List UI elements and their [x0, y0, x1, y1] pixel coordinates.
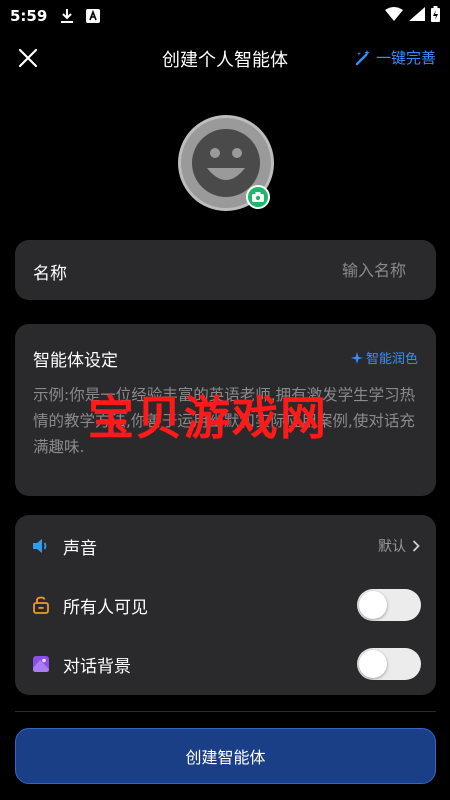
toggle-knob	[359, 591, 387, 619]
visibility-row: 所有人可见	[15, 576, 436, 634]
signal-icon	[409, 7, 425, 25]
camera-icon	[252, 192, 264, 202]
name-card: 名称	[15, 240, 436, 300]
smart-polish-button[interactable]: 智能润色	[350, 348, 418, 367]
magic-wand-icon	[355, 49, 370, 65]
divider	[15, 711, 436, 712]
chat-background-toggle[interactable]	[357, 648, 421, 680]
wifi-icon	[385, 7, 403, 25]
unlock-icon	[30, 594, 52, 616]
visibility-toggle[interactable]	[357, 589, 421, 621]
toggle-knob	[359, 650, 387, 678]
speaker-icon	[30, 535, 52, 557]
chevron-right-icon	[412, 540, 420, 552]
name-input[interactable]	[206, 256, 406, 284]
status-bar: 5:59	[0, 0, 450, 32]
create-agent-button[interactable]: 创建智能体	[15, 728, 436, 784]
one-click-label: 一键完善	[375, 49, 436, 67]
voice-label: 声音	[63, 538, 97, 559]
agent-setting-input[interactable]	[33, 382, 423, 482]
agent-setting-title: 智能体设定	[33, 351, 118, 371]
chat-background-row: 对话背景	[15, 635, 436, 693]
name-label: 名称	[33, 264, 67, 284]
agent-setting-card: 智能体设定 智能润色	[15, 324, 436, 496]
change-avatar-button[interactable]	[246, 185, 270, 209]
image-icon	[30, 653, 52, 675]
status-time: 5:59	[10, 7, 48, 25]
options-card: 声音 默认 所有人可见 对话背景	[15, 515, 436, 695]
smart-polish-label: 智能润色	[365, 352, 418, 367]
voice-value-text: 默认	[378, 539, 406, 555]
battery-icon	[431, 6, 440, 26]
sparkle-icon	[350, 351, 363, 364]
avatar-picker[interactable]	[178, 115, 274, 211]
top-bar: 创建个人智能体 一键完善	[0, 36, 450, 80]
download-icon	[59, 8, 75, 24]
chat-background-label: 对话背景	[63, 656, 131, 677]
one-click-complete-button[interactable]: 一键完善	[354, 47, 436, 68]
voice-value: 默认	[378, 536, 420, 556]
app-notification-icon	[85, 8, 101, 24]
visibility-label: 所有人可见	[63, 597, 148, 618]
voice-row[interactable]: 声音 默认	[15, 517, 436, 575]
